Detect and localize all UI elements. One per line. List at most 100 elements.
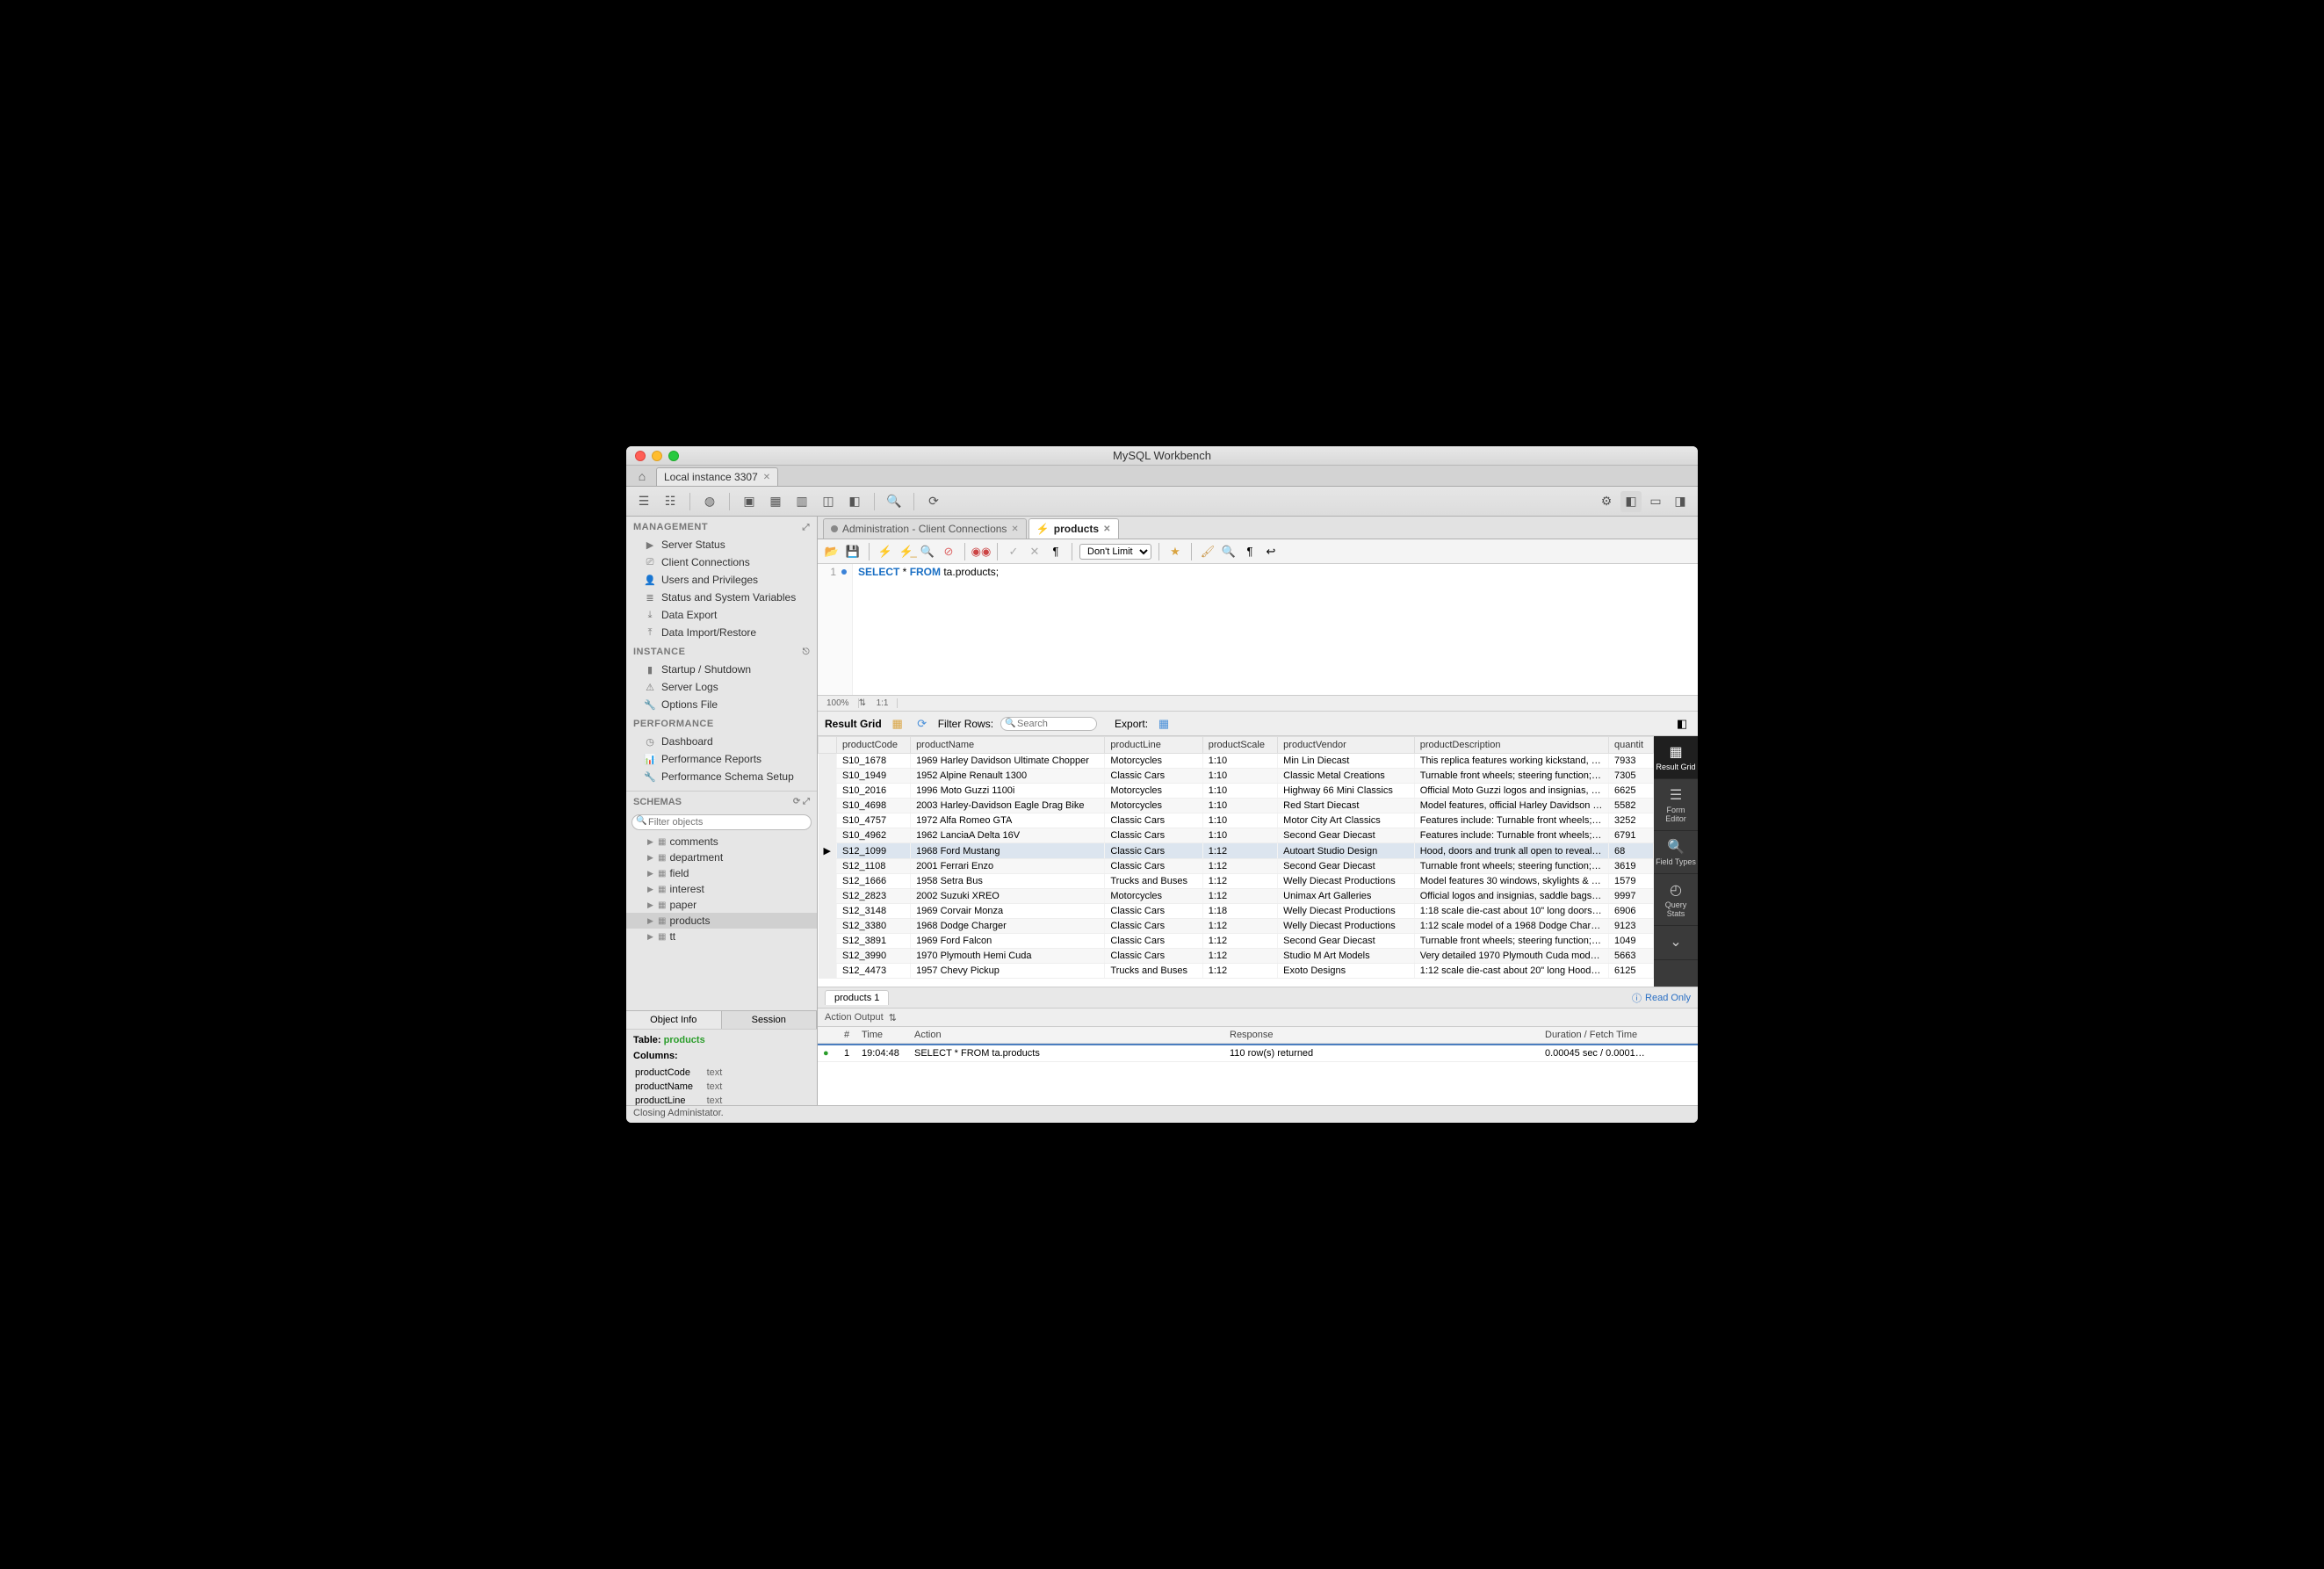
toggle-secondary-sidebar-button[interactable]: ▭ bbox=[1645, 491, 1666, 512]
sidebar-item[interactable]: ◷Dashboard bbox=[626, 733, 817, 750]
new-sql-tab-button[interactable]: ☰ bbox=[633, 491, 654, 512]
close-window-button[interactable] bbox=[635, 451, 646, 461]
find-button[interactable]: 🔍 bbox=[1220, 543, 1238, 560]
side-tab[interactable]: ☰Form Editor bbox=[1654, 779, 1698, 831]
schema-table-item[interactable]: ▶▦ department bbox=[626, 850, 817, 865]
zoom-window-button[interactable] bbox=[668, 451, 679, 461]
table-row[interactable]: S10_47571972 Alfa Romeo GTAClassic Cars1… bbox=[819, 813, 1654, 828]
settings-button[interactable]: ⚙ bbox=[1596, 491, 1617, 512]
execute-current-button[interactable]: ⚡̲ bbox=[898, 543, 915, 560]
zoom-level[interactable]: 100% bbox=[818, 698, 859, 708]
beautify-button[interactable]: ★ bbox=[1166, 543, 1184, 560]
sidebar-item[interactable]: 📊Performance Reports bbox=[626, 750, 817, 768]
schema-table-item[interactable]: ▶▦ products bbox=[626, 913, 817, 929]
query-tab-products[interactable]: ⚡ products ✕ bbox=[1028, 518, 1119, 539]
side-tab[interactable]: ◴Query Stats bbox=[1654, 874, 1698, 926]
schema-table-item[interactable]: ▶▦ interest bbox=[626, 881, 817, 897]
expand-icon[interactable]: ▶ bbox=[647, 869, 654, 878]
schema-table-item[interactable]: ▶▦ comments bbox=[626, 834, 817, 850]
sidebar-item[interactable]: ⤒Data Import/Restore bbox=[626, 624, 817, 641]
export-button[interactable]: ▦ bbox=[1155, 715, 1173, 733]
sidebar-item[interactable]: 👤Users and Privileges bbox=[626, 571, 817, 589]
create-function-button[interactable]: ◧ bbox=[844, 491, 865, 512]
column-header[interactable]: quantit bbox=[1609, 737, 1654, 754]
column-header[interactable]: productVendor bbox=[1278, 737, 1415, 754]
expand-icon[interactable]: ▶ bbox=[647, 885, 654, 894]
table-row[interactable]: S12_44731957 Chevy PickupTrucks and Buse… bbox=[819, 964, 1654, 979]
home-button[interactable]: ⌂ bbox=[632, 466, 653, 486]
table-row[interactable]: S12_38911969 Ford FalconClassic Cars1:12… bbox=[819, 934, 1654, 949]
sidebar-item[interactable]: ⤓Data Export bbox=[626, 606, 817, 624]
column-header[interactable]: productCode bbox=[836, 737, 910, 754]
create-view-button[interactable]: ▥ bbox=[791, 491, 812, 512]
column-header[interactable]: productLine bbox=[1105, 737, 1202, 754]
schema-table-item[interactable]: ▶▦ field bbox=[626, 865, 817, 881]
rollback-button[interactable]: ✕ bbox=[1026, 543, 1043, 560]
query-tab-admin[interactable]: Administration - Client Connections ✕ bbox=[823, 518, 1027, 539]
session-tab[interactable]: Session bbox=[722, 1011, 818, 1029]
stop-button[interactable]: ⊘ bbox=[940, 543, 957, 560]
refresh-icon[interactable]: ⟳ bbox=[913, 715, 931, 733]
toggle-autocommit-button[interactable]: ◉◉ bbox=[972, 543, 990, 560]
sidebar-item[interactable]: 🔧Options File bbox=[626, 696, 817, 713]
explain-button[interactable]: 🔍 bbox=[919, 543, 936, 560]
close-icon[interactable]: ✕ bbox=[1011, 524, 1018, 534]
refresh-schemas-icon[interactable]: ⟳ ⤢ bbox=[793, 797, 810, 807]
connection-tab[interactable]: Local instance 3307 ✕ bbox=[656, 467, 778, 486]
execute-button[interactable]: ⚡ bbox=[877, 543, 894, 560]
create-table-button[interactable]: ▦ bbox=[765, 491, 786, 512]
search-table-button[interactable]: 🔍 bbox=[884, 491, 905, 512]
open-sql-button[interactable]: ☷ bbox=[660, 491, 681, 512]
table-row[interactable]: S12_28232002 Suzuki XREOMotorcycles1:12U… bbox=[819, 889, 1654, 904]
toggle-whitespace-button[interactable]: ¶ bbox=[1047, 543, 1065, 560]
close-icon[interactable]: ✕ bbox=[1103, 524, 1110, 534]
toggle-invisible-button[interactable]: ¶ bbox=[1241, 543, 1259, 560]
chevron-icon[interactable]: ⇅ bbox=[889, 1012, 897, 1023]
expand-icon[interactable]: ▶ bbox=[647, 916, 654, 926]
sidebar-item[interactable]: 🔧Performance Schema Setup bbox=[626, 768, 817, 785]
table-row[interactable]: S10_46982003 Harley-Davidson Eagle Drag … bbox=[819, 799, 1654, 813]
sidebar-item[interactable]: ▶Server Status bbox=[626, 536, 817, 553]
schema-table-item[interactable]: ▶▦ paper bbox=[626, 897, 817, 913]
sidebar-item[interactable]: ▮Startup / Shutdown bbox=[626, 661, 817, 678]
column-header[interactable]: productDescription bbox=[1414, 737, 1608, 754]
close-icon[interactable]: ✕ bbox=[763, 473, 770, 482]
expand-icon[interactable]: ▶ bbox=[647, 900, 654, 910]
side-tab[interactable]: 🔍Field Types bbox=[1654, 831, 1698, 874]
sidebar-item[interactable]: ≣Status and System Variables bbox=[626, 589, 817, 606]
table-row[interactable]: S12_11082001 Ferrari EnzoClassic Cars1:1… bbox=[819, 859, 1654, 874]
table-row[interactable]: ▶S12_10991968 Ford MustangClassic Cars1:… bbox=[819, 843, 1654, 859]
sidebar-item[interactable]: ⚠Server Logs bbox=[626, 678, 817, 696]
minimize-window-button[interactable] bbox=[652, 451, 662, 461]
commit-button[interactable]: ✓ bbox=[1005, 543, 1022, 560]
expand-icon[interactable]: ▶ bbox=[647, 853, 654, 863]
output-row[interactable]: ● 1 19:04:48 SELECT * FROM ta.products 1… bbox=[818, 1045, 1698, 1062]
open-file-button[interactable]: 📂 bbox=[823, 543, 841, 560]
sql-editor[interactable]: 1 SELECT * FROM ta.products; bbox=[818, 564, 1698, 696]
reconnect-button[interactable]: ⟳ bbox=[923, 491, 944, 512]
column-header[interactable]: productName bbox=[911, 737, 1105, 754]
grid-view-icon[interactable]: ▦ bbox=[889, 715, 906, 733]
sidebar-item[interactable]: ⎚Client Connections bbox=[626, 553, 817, 571]
save-file-button[interactable]: 💾 bbox=[844, 543, 862, 560]
limit-rows-select[interactable]: Don't Limit bbox=[1079, 544, 1151, 560]
result-tab[interactable]: products 1 bbox=[825, 990, 889, 1005]
table-row[interactable]: S10_16781969 Harley Davidson Ultimate Ch… bbox=[819, 754, 1654, 769]
expand-icon[interactable]: ▶ bbox=[647, 932, 654, 942]
toggle-cell-wrap-button[interactable]: ◧ bbox=[1673, 715, 1691, 733]
side-tab[interactable]: ⌄ bbox=[1654, 926, 1698, 960]
column-header[interactable]: productScale bbox=[1202, 737, 1277, 754]
output-dropdown[interactable]: Action Output bbox=[825, 1012, 884, 1023]
create-schema-button[interactable]: ▣ bbox=[739, 491, 760, 512]
result-grid[interactable]: productCodeproductNameproductLineproduct… bbox=[818, 736, 1654, 987]
schema-filter-input[interactable] bbox=[632, 814, 812, 830]
side-tab[interactable]: ▦Result Grid bbox=[1654, 736, 1698, 779]
expand-icon[interactable]: ▶ bbox=[647, 837, 654, 847]
table-row[interactable]: S12_16661958 Setra BusTrucks and Buses1:… bbox=[819, 874, 1654, 889]
table-row[interactable]: S10_19491952 Alpine Renault 1300Classic … bbox=[819, 769, 1654, 784]
create-procedure-button[interactable]: ◫ bbox=[818, 491, 839, 512]
schema-table-item[interactable]: ▶▦ tt bbox=[626, 929, 817, 944]
table-row[interactable]: S10_20161996 Moto Guzzi 1100iMotorcycles… bbox=[819, 784, 1654, 799]
collapse-icon[interactable]: ⤢ bbox=[803, 523, 811, 532]
table-row[interactable]: S10_49621962 LanciaA Delta 16VClassic Ca… bbox=[819, 828, 1654, 843]
